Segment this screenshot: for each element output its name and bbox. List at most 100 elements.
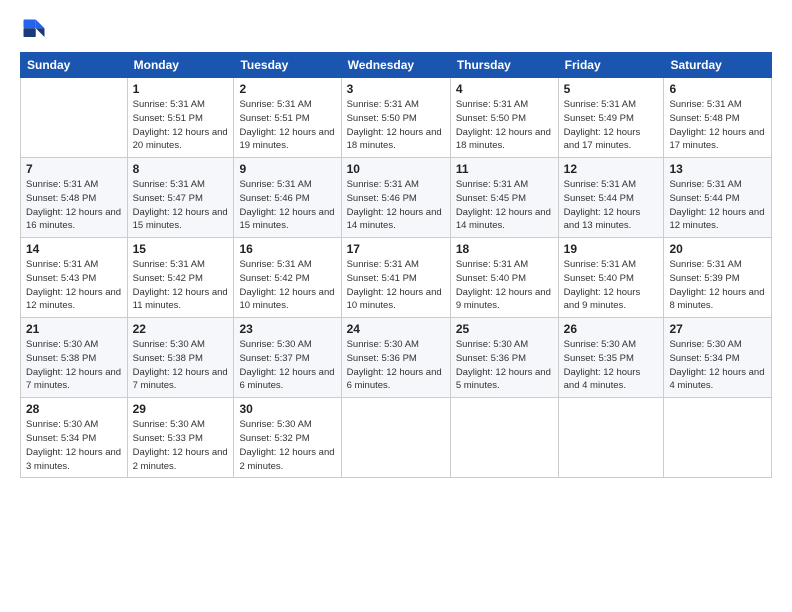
calendar-cell: 5 Sunrise: 5:31 AM Sunset: 5:49 PM Daylig… (558, 78, 664, 158)
day-info: Sunrise: 5:31 AM Sunset: 5:40 PM Dayligh… (564, 258, 659, 313)
day-info: Sunrise: 5:31 AM Sunset: 5:44 PM Dayligh… (669, 178, 766, 233)
weekday-header-monday: Monday (127, 53, 234, 78)
day-info: Sunrise: 5:30 AM Sunset: 5:32 PM Dayligh… (239, 418, 335, 473)
calendar-cell (664, 398, 772, 478)
weekday-header-thursday: Thursday (450, 53, 558, 78)
day-info: Sunrise: 5:31 AM Sunset: 5:46 PM Dayligh… (239, 178, 335, 233)
day-info: Sunrise: 5:31 AM Sunset: 5:51 PM Dayligh… (239, 98, 335, 153)
day-number: 7 (26, 162, 122, 176)
day-info: Sunrise: 5:31 AM Sunset: 5:51 PM Dayligh… (133, 98, 229, 153)
calendar-cell: 1 Sunrise: 5:31 AM Sunset: 5:51 PM Daylig… (127, 78, 234, 158)
day-number: 10 (347, 162, 445, 176)
day-number: 16 (239, 242, 335, 256)
day-number: 2 (239, 82, 335, 96)
day-info: Sunrise: 5:30 AM Sunset: 5:36 PM Dayligh… (456, 338, 553, 393)
day-number: 17 (347, 242, 445, 256)
day-info: Sunrise: 5:30 AM Sunset: 5:33 PM Dayligh… (133, 418, 229, 473)
day-info: Sunrise: 5:31 AM Sunset: 5:48 PM Dayligh… (669, 98, 766, 153)
header (20, 16, 772, 44)
day-number: 21 (26, 322, 122, 336)
weekday-header-saturday: Saturday (664, 53, 772, 78)
calendar-cell: 23 Sunrise: 5:30 AM Sunset: 5:37 PM Dayli… (234, 318, 341, 398)
weekday-header-tuesday: Tuesday (234, 53, 341, 78)
day-number: 8 (133, 162, 229, 176)
day-number: 18 (456, 242, 553, 256)
day-info: Sunrise: 5:31 AM Sunset: 5:39 PM Dayligh… (669, 258, 766, 313)
week-row-4: 21 Sunrise: 5:30 AM Sunset: 5:38 PM Dayli… (21, 318, 772, 398)
day-number: 23 (239, 322, 335, 336)
day-info: Sunrise: 5:31 AM Sunset: 5:43 PM Dayligh… (26, 258, 122, 313)
logo (20, 16, 52, 44)
day-info: Sunrise: 5:31 AM Sunset: 5:46 PM Dayligh… (347, 178, 445, 233)
calendar-cell: 6 Sunrise: 5:31 AM Sunset: 5:48 PM Daylig… (664, 78, 772, 158)
calendar-cell: 28Sunrise: 5:30 AM Sunset: 5:34 PM Dayli… (21, 398, 128, 478)
day-number: 25 (456, 322, 553, 336)
day-number: 15 (133, 242, 229, 256)
day-info: Sunrise: 5:30 AM Sunset: 5:38 PM Dayligh… (133, 338, 229, 393)
calendar-cell: 14 Sunrise: 5:31 AM Sunset: 5:43 PM Dayli… (21, 238, 128, 318)
calendar-cell (341, 398, 450, 478)
calendar-cell: 8Sunrise: 5:31 AM Sunset: 5:47 PM Daylig… (127, 158, 234, 238)
week-row-5: 28Sunrise: 5:30 AM Sunset: 5:34 PM Dayli… (21, 398, 772, 478)
calendar-cell: 12Sunrise: 5:31 AM Sunset: 5:44 PM Dayli… (558, 158, 664, 238)
weekday-header-sunday: Sunday (21, 53, 128, 78)
calendar-cell (21, 78, 128, 158)
calendar-cell: 27 Sunrise: 5:30 AM Sunset: 5:34 PM Dayli… (664, 318, 772, 398)
day-info: Sunrise: 5:30 AM Sunset: 5:37 PM Dayligh… (239, 338, 335, 393)
day-info: Sunrise: 5:31 AM Sunset: 5:49 PM Dayligh… (564, 98, 659, 153)
week-row-1: 1 Sunrise: 5:31 AM Sunset: 5:51 PM Daylig… (21, 78, 772, 158)
day-info: Sunrise: 5:30 AM Sunset: 5:36 PM Dayligh… (347, 338, 445, 393)
day-number: 13 (669, 162, 766, 176)
calendar-cell: 26 Sunrise: 5:30 AM Sunset: 5:35 PM Dayli… (558, 318, 664, 398)
day-number: 26 (564, 322, 659, 336)
day-info: Sunrise: 5:30 AM Sunset: 5:35 PM Dayligh… (564, 338, 659, 393)
day-number: 3 (347, 82, 445, 96)
calendar-cell: 13 Sunrise: 5:31 AM Sunset: 5:44 PM Dayli… (664, 158, 772, 238)
calendar-cell (558, 398, 664, 478)
calendar-cell: 22 Sunrise: 5:30 AM Sunset: 5:38 PM Dayli… (127, 318, 234, 398)
calendar-cell: 11 Sunrise: 5:31 AM Sunset: 5:45 PM Dayli… (450, 158, 558, 238)
calendar-cell: 18Sunrise: 5:31 AM Sunset: 5:40 PM Dayli… (450, 238, 558, 318)
day-number: 29 (133, 402, 229, 416)
day-number: 30 (239, 402, 335, 416)
day-number: 6 (669, 82, 766, 96)
day-number: 11 (456, 162, 553, 176)
day-number: 1 (133, 82, 229, 96)
day-info: Sunrise: 5:31 AM Sunset: 5:45 PM Dayligh… (456, 178, 553, 233)
day-info: Sunrise: 5:31 AM Sunset: 5:41 PM Dayligh… (347, 258, 445, 313)
calendar-cell: 25 Sunrise: 5:30 AM Sunset: 5:36 PM Dayli… (450, 318, 558, 398)
weekday-header-wednesday: Wednesday (341, 53, 450, 78)
calendar-cell: 20Sunrise: 5:31 AM Sunset: 5:39 PM Dayli… (664, 238, 772, 318)
calendar-cell (450, 398, 558, 478)
calendar-cell: 10 Sunrise: 5:31 AM Sunset: 5:46 PM Dayli… (341, 158, 450, 238)
calendar-cell: 3Sunrise: 5:31 AM Sunset: 5:50 PM Daylig… (341, 78, 450, 158)
day-number: 22 (133, 322, 229, 336)
calendar-cell: 2 Sunrise: 5:31 AM Sunset: 5:51 PM Daylig… (234, 78, 341, 158)
day-info: Sunrise: 5:31 AM Sunset: 5:50 PM Dayligh… (456, 98, 553, 153)
calendar-page: SundayMondayTuesdayWednesdayThursdayFrid… (0, 0, 792, 612)
day-info: Sunrise: 5:31 AM Sunset: 5:42 PM Dayligh… (133, 258, 229, 313)
calendar-table: SundayMondayTuesdayWednesdayThursdayFrid… (20, 52, 772, 478)
calendar-cell: 4 Sunrise: 5:31 AM Sunset: 5:50 PM Daylig… (450, 78, 558, 158)
day-number: 27 (669, 322, 766, 336)
calendar-cell: 9Sunrise: 5:31 AM Sunset: 5:46 PM Daylig… (234, 158, 341, 238)
day-number: 12 (564, 162, 659, 176)
calendar-cell: 21 Sunrise: 5:30 AM Sunset: 5:38 PM Dayli… (21, 318, 128, 398)
calendar-cell: 19Sunrise: 5:31 AM Sunset: 5:40 PM Dayli… (558, 238, 664, 318)
day-info: Sunrise: 5:30 AM Sunset: 5:34 PM Dayligh… (26, 418, 122, 473)
day-info: Sunrise: 5:31 AM Sunset: 5:42 PM Dayligh… (239, 258, 335, 313)
calendar-cell: 30 Sunrise: 5:30 AM Sunset: 5:32 PM Dayli… (234, 398, 341, 478)
week-row-2: 7 Sunrise: 5:31 AM Sunset: 5:48 PM Daylig… (21, 158, 772, 238)
week-row-3: 14 Sunrise: 5:31 AM Sunset: 5:43 PM Dayli… (21, 238, 772, 318)
day-number: 5 (564, 82, 659, 96)
calendar-cell: 24 Sunrise: 5:30 AM Sunset: 5:36 PM Dayli… (341, 318, 450, 398)
day-number: 14 (26, 242, 122, 256)
day-number: 4 (456, 82, 553, 96)
calendar-cell: 17 Sunrise: 5:31 AM Sunset: 5:41 PM Dayli… (341, 238, 450, 318)
day-info: Sunrise: 5:30 AM Sunset: 5:38 PM Dayligh… (26, 338, 122, 393)
day-number: 24 (347, 322, 445, 336)
calendar-cell: 7 Sunrise: 5:31 AM Sunset: 5:48 PM Daylig… (21, 158, 128, 238)
day-info: Sunrise: 5:31 AM Sunset: 5:48 PM Dayligh… (26, 178, 122, 233)
logo-icon (20, 16, 48, 44)
day-info: Sunrise: 5:30 AM Sunset: 5:34 PM Dayligh… (669, 338, 766, 393)
